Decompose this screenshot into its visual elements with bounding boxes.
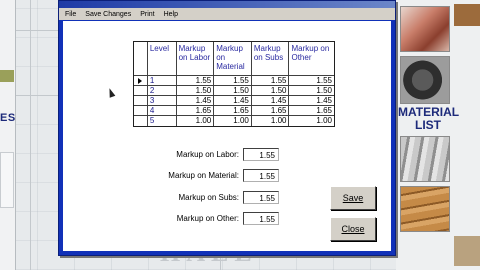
menu-bar: File Save Changes Print Help <box>59 8 395 20</box>
column-header-level[interactable]: Level <box>147 42 177 76</box>
cell-material[interactable]: 1.45 <box>214 96 252 106</box>
background-left-panel: ES <box>0 0 16 270</box>
material-thumbnail-roofing[interactable] <box>400 6 450 52</box>
row-selector[interactable] <box>134 76 148 86</box>
cell-material[interactable]: 1.00 <box>214 116 252 126</box>
material-thumbnail-side <box>454 236 480 266</box>
menu-file[interactable]: File <box>65 11 76 18</box>
column-header-material[interactable]: Markup on Material <box>214 42 252 76</box>
column-header-labor[interactable]: Markup on Labor <box>176 42 215 76</box>
cell-level[interactable]: 5 <box>148 116 177 126</box>
markup-labor-input[interactable]: 1.55 <box>243 148 279 161</box>
cell-labor[interactable]: 1.45 <box>176 96 215 106</box>
cell-subs[interactable]: 1.50 <box>251 86 290 96</box>
column-header-other[interactable]: Markup on Other <box>289 42 334 76</box>
field-row-material: Markup on Material: 1.55 <box>159 169 279 182</box>
cell-other[interactable]: 1.45 <box>289 96 334 106</box>
cell-subs[interactable]: 1.45 <box>251 96 290 106</box>
background-right-panel <box>396 0 480 270</box>
menu-save-changes[interactable]: Save Changes <box>85 11 131 18</box>
background-left-box <box>0 152 14 208</box>
markup-other-input[interactable]: 1.55 <box>243 212 279 225</box>
cell-labor[interactable]: 1.55 <box>176 76 215 86</box>
markup-subs-label: Markup on Subs: <box>178 193 239 202</box>
markup-material-input[interactable]: 1.55 <box>243 169 279 182</box>
row-selector[interactable] <box>134 96 148 106</box>
background-thumbnail <box>0 70 14 82</box>
cell-subs[interactable]: 1.55 <box>251 76 290 86</box>
row-selector[interactable] <box>134 106 148 116</box>
markup-levels-dialog: File Save Changes Print Help Level Marku… <box>58 0 396 256</box>
cell-labor[interactable]: 1.00 <box>177 116 215 126</box>
markup-material-label: Markup on Material: <box>168 171 239 180</box>
material-thumbnail-side <box>454 4 480 26</box>
cell-labor[interactable]: 1.50 <box>176 86 215 96</box>
column-header-subs[interactable]: Markup on Subs <box>251 42 290 76</box>
close-button[interactable]: Close <box>330 217 376 241</box>
cell-other[interactable]: 1.50 <box>289 86 334 96</box>
cell-subs[interactable]: 1.65 <box>251 106 290 116</box>
table-row[interactable]: 5 1.00 1.00 1.00 1.00 <box>134 116 334 126</box>
cell-other[interactable]: 1.55 <box>289 76 334 86</box>
save-button[interactable]: Save <box>330 186 376 210</box>
cell-level[interactable]: 1 <box>147 76 177 86</box>
cell-level[interactable]: 3 <box>147 96 177 106</box>
cell-labor[interactable]: 1.65 <box>176 106 215 116</box>
grid-row-selector-header <box>134 42 148 76</box>
menu-print[interactable]: Print <box>140 11 154 18</box>
cell-subs[interactable]: 1.00 <box>252 116 290 126</box>
table-row[interactable]: 3 1.45 1.45 1.45 1.45 <box>134 96 334 106</box>
markup-grid: Level Markup on Labor Markup on Material… <box>133 41 335 127</box>
table-row[interactable]: 2 1.50 1.50 1.50 1.50 <box>134 86 334 96</box>
background-left-label: ES <box>0 112 16 124</box>
dialog-titlebar[interactable] <box>59 1 395 8</box>
table-row[interactable]: 4 1.65 1.65 1.65 1.65 <box>134 106 334 116</box>
markup-other-label: Markup on Other: <box>176 214 239 223</box>
cell-material[interactable]: 1.50 <box>214 86 252 96</box>
current-row-arrow-icon <box>138 78 143 84</box>
field-row-labor: Markup on Labor: 1.55 <box>159 148 279 161</box>
markup-labor-label: Markup on Labor: <box>176 150 239 159</box>
material-thumbnail-cable[interactable] <box>400 56 450 104</box>
row-selector[interactable] <box>134 86 148 96</box>
markup-subs-input[interactable]: 1.55 <box>243 191 279 204</box>
menu-help[interactable]: Help <box>164 11 178 18</box>
material-thumbnail-pipes[interactable] <box>400 136 450 182</box>
grid-header-row: Level Markup on Labor Markup on Material… <box>134 42 334 76</box>
table-row[interactable]: 1 1.55 1.55 1.55 1.55 <box>134 76 334 86</box>
cell-material[interactable]: 1.55 <box>214 76 252 86</box>
field-row-other: Markup on Other: 1.55 <box>159 212 279 225</box>
field-row-subs: Markup on Subs: 1.55 <box>159 191 279 204</box>
dialog-client-area: Level Markup on Labor Markup on Material… <box>63 21 391 251</box>
cell-material[interactable]: 1.65 <box>214 106 252 116</box>
cell-other[interactable]: 1.00 <box>289 116 334 126</box>
cell-level[interactable]: 4 <box>147 106 177 116</box>
material-list-label[interactable]: MATERIAL LIST <box>398 106 459 132</box>
cell-level[interactable]: 2 <box>147 86 177 96</box>
row-selector[interactable] <box>134 116 148 126</box>
cell-other[interactable]: 1.65 <box>289 106 334 116</box>
material-thumbnail-lumber[interactable] <box>400 186 450 232</box>
